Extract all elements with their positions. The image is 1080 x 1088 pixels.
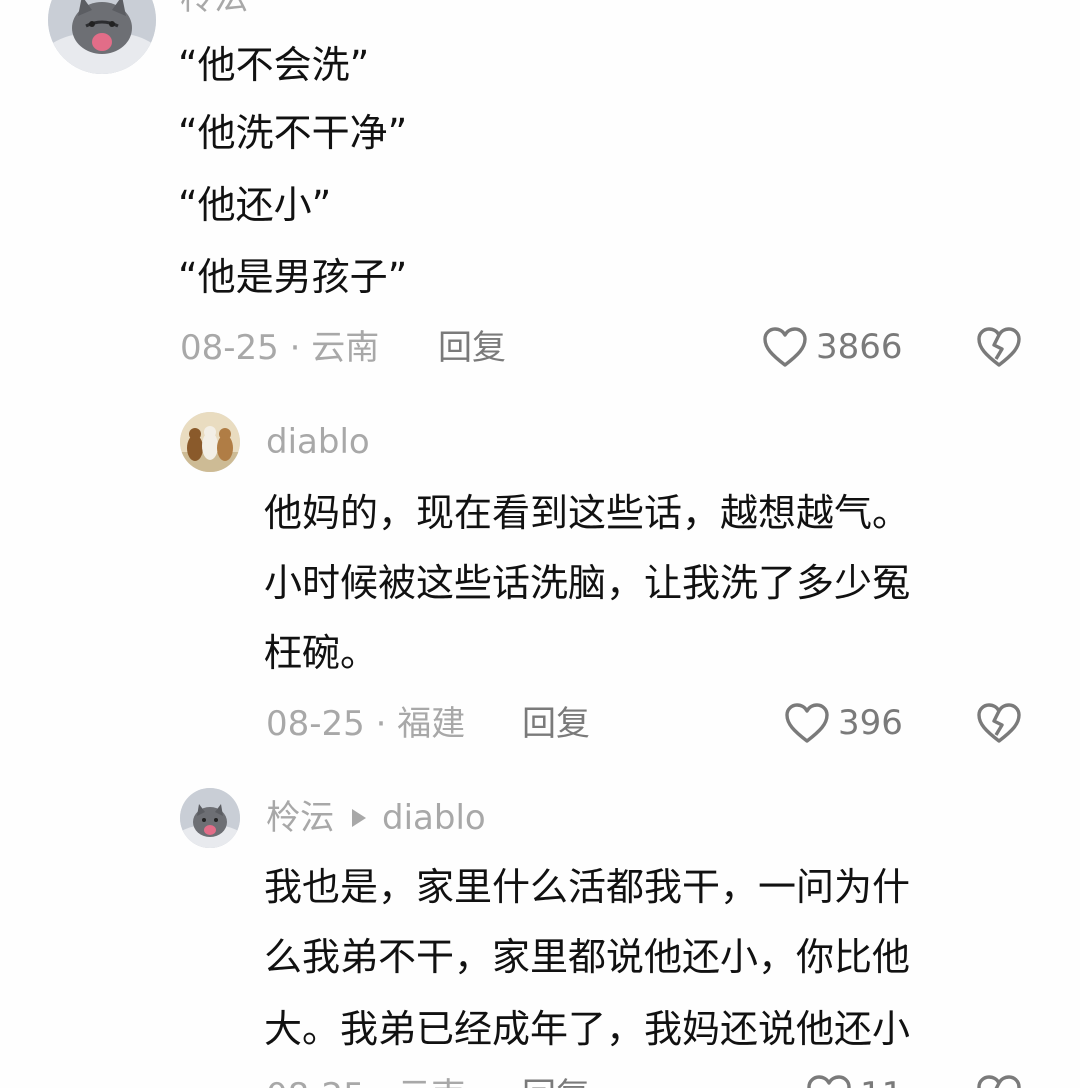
comment-date: 08-25 bbox=[266, 1076, 365, 1088]
comment-author[interactable]: diablo bbox=[266, 422, 370, 462]
comment-author-line: 柃沄 diablo bbox=[266, 798, 486, 838]
comment-meta: 08-25 · 云南 bbox=[180, 328, 379, 368]
meta-separator: · bbox=[289, 328, 301, 368]
heart-outline-icon bbox=[807, 1075, 851, 1088]
cat-avatar-icon bbox=[180, 788, 240, 848]
comment-text-line: 枉碗。 bbox=[264, 631, 379, 675]
comment-text-line: “他洗不干净” bbox=[178, 111, 408, 155]
comment-text-line: 大。我弟已经成年了，我妈还说他还小 bbox=[264, 1007, 911, 1051]
comment-text-line: “他是男孩子” bbox=[178, 255, 408, 299]
reply-button[interactable]: 回复 bbox=[438, 328, 506, 368]
cat-avatar-icon bbox=[48, 0, 156, 74]
reply-arrow-icon bbox=[352, 809, 366, 827]
comment-text-line: 小时候被这些话洗脑，让我洗了多少冤 bbox=[264, 561, 911, 605]
comment-meta: 08-25 · 福建 bbox=[266, 704, 465, 744]
comment-thread: 柃沄 “他不会洗” “他洗不干净” “他还小” “他是男孩子” 08-25 · … bbox=[0, 0, 1080, 1088]
comment-text-line: “他不会洗” bbox=[178, 43, 370, 87]
broken-heart-icon bbox=[977, 327, 1021, 367]
avatar-cat[interactable] bbox=[180, 788, 240, 848]
avatar-cat[interactable] bbox=[48, 0, 156, 74]
broken-heart-icon bbox=[977, 703, 1021, 743]
like-count: 3866 bbox=[816, 327, 903, 367]
heart-outline-icon bbox=[785, 703, 829, 743]
comment-author[interactable]: 柃沄 bbox=[180, 0, 248, 18]
avatar-dogs[interactable] bbox=[180, 412, 240, 472]
comment-text-line: 他妈的，现在看到这些话，越想越气。 bbox=[264, 491, 911, 535]
dogs-avatar-icon bbox=[180, 412, 240, 472]
like-count: 11 bbox=[860, 1075, 903, 1088]
like-button[interactable]: 3866 bbox=[762, 326, 903, 368]
like-count: 396 bbox=[838, 703, 903, 743]
comment-text-line: “他还小” bbox=[178, 183, 332, 227]
reply-button[interactable]: 回复 bbox=[522, 704, 590, 744]
dislike-button[interactable] bbox=[976, 326, 1022, 372]
comment-text-line: 我也是，家里什么活都我干，一问为什 bbox=[264, 865, 911, 909]
comment-location: 福建 bbox=[397, 704, 466, 744]
broken-heart-icon bbox=[977, 1075, 1021, 1088]
comment-location: 云南 bbox=[311, 328, 380, 368]
comment-date: 08-25 bbox=[266, 704, 365, 744]
dislike-button[interactable] bbox=[976, 1074, 1022, 1088]
like-button[interactable]: 11 bbox=[806, 1074, 903, 1088]
comment-text-line: 么我弟不干，家里都说他还小，你比他 bbox=[264, 935, 911, 979]
meta-separator: · bbox=[376, 1076, 387, 1088]
reply-button[interactable]: 回复 bbox=[522, 1076, 590, 1088]
heart-outline-icon bbox=[763, 327, 807, 367]
meta-separator: · bbox=[375, 704, 387, 744]
like-button[interactable]: 396 bbox=[784, 702, 903, 744]
comment-author[interactable]: 柃沄 bbox=[266, 798, 334, 838]
comment-meta: 08-25 · 云南 bbox=[266, 1076, 465, 1088]
comment-location: 云南 bbox=[397, 1076, 465, 1088]
reply-to-author[interactable]: diablo bbox=[382, 798, 486, 838]
dislike-button[interactable] bbox=[976, 702, 1022, 748]
comment-date: 08-25 bbox=[180, 328, 279, 368]
